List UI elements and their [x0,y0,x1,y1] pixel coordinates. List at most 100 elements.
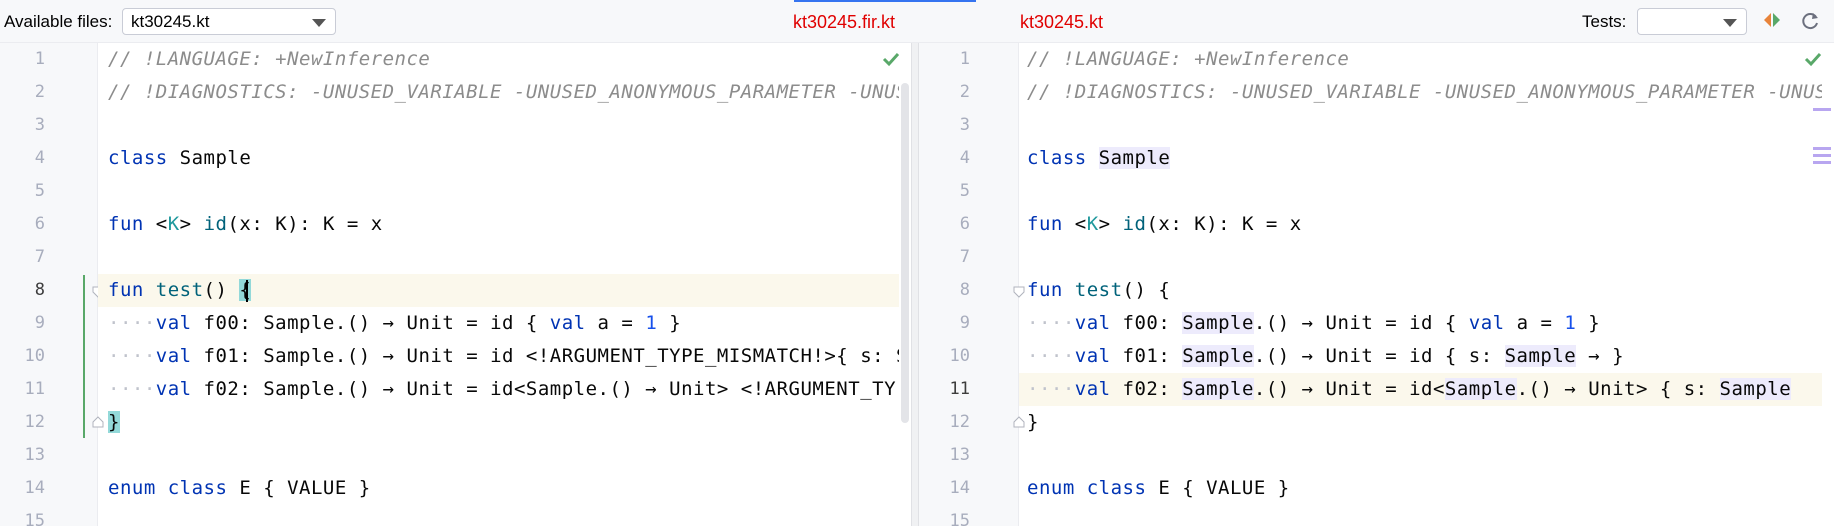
keyword: class [108,147,168,169]
identifier: Sample [1182,312,1254,334]
code-text: f00: [1122,312,1183,334]
code-line: // !DIAGNOSTICS: -UNUSED_VARIABLE -UNUSE… [98,76,899,109]
available-files-label: Available files: [4,12,113,31]
code-text: () [203,279,240,301]
chevron-down-icon [1723,19,1737,27]
keyword: val [549,312,586,334]
active-tab-indicator [794,0,976,2]
code-line: enum class E { VALUE } [1019,472,1822,505]
identifier: Sample [1504,345,1577,367]
code-text: f01: Sample.() → Unit = id <!ARGUMENT_TY… [203,345,899,367]
available-files-dropdown[interactable]: kt30245.kt [122,8,336,35]
right-code-area[interactable]: // !LANGUAGE: +NewInference // !DIAGNOST… [1019,43,1822,526]
code-line: fun <K> id(x: K): K = x [108,213,383,235]
keyword: class [1027,147,1087,169]
code-text: a = [585,312,646,334]
tests-dropdown[interactable] [1637,8,1747,35]
code-line: } [1019,406,1822,439]
function-name: id [1122,213,1147,235]
line-number: 2 [34,82,45,102]
line-number: 2 [959,82,970,102]
code-text: f02: [1122,378,1183,400]
code-text: (x: K): K = x [227,213,383,235]
current-line: fun test() { [98,274,899,307]
right-scrollbar[interactable] [1822,43,1834,526]
line-number: 13 [24,445,45,465]
line-number: 10 [24,346,45,366]
usage-marker[interactable] [1813,161,1831,164]
code-line: class Sample [98,142,899,175]
code-line: ····val f01: Sample.() → Unit = id <!ARG… [98,340,899,373]
type-param: K [1086,213,1099,235]
indent-guide: ···· [108,345,156,367]
comment-text: // !LANGUAGE: +NewInference [1027,48,1350,70]
text-caret [246,280,248,302]
keyword: val [155,312,192,334]
pane-divider[interactable] [911,43,919,526]
code-text: f01: [1122,345,1183,367]
compare-arrows-icon[interactable] [1762,10,1782,35]
code-text: () { [1122,279,1171,301]
code-line: enum class E { VALUE } [98,472,899,505]
code-line: // !DIAGNOSTICS: -UNUSED_VARIABLE -UNUSE… [1019,76,1822,109]
keyword: val [1074,312,1111,334]
scrollbar-thumb[interactable] [901,83,909,423]
code-text: E { VALUE } [1158,477,1290,499]
line-number: 15 [949,511,970,526]
code-text: } [657,312,682,334]
identifier: Sample [1444,378,1517,400]
line-number: 9 [34,313,45,333]
keyword: val [155,345,192,367]
comment-text: // !DIAGNOSTICS: -UNUSED_VARIABLE -UNUSE… [1027,81,1822,103]
code-line: fun test() { [1019,274,1822,307]
identifier: Sample [1182,378,1254,400]
function-name: id [203,213,228,235]
type-param: K [167,213,180,235]
line-number: 10 [949,346,970,366]
line-number: 11 [949,379,970,399]
line-number: 1 [959,49,970,69]
line-number: 5 [34,181,45,201]
keyword: fun [1027,213,1063,235]
left-editor-pane[interactable]: 1 2 3 4 5 6 7 8 9 10 11 12 13 14 15 // !… [0,43,911,526]
code-line: class Sample [1019,142,1822,175]
left-code-area[interactable]: // !LANGUAGE: +NewInference // !DIAGNOST… [98,43,899,526]
left-scrollbar[interactable] [899,43,911,526]
code-text: f02: Sample.() → Unit = id<Sample.() → U… [203,378,897,400]
line-number: 11 [24,379,45,399]
keyword: val [155,378,192,400]
line-number: 4 [34,148,45,168]
indent-guide: ···· [1027,345,1075,367]
refresh-icon[interactable] [1799,10,1821,37]
keyword: enum class [108,477,228,499]
right-file-title: kt30245.kt [1020,12,1104,32]
change-marker [83,275,85,438]
tests-label: Tests: [1582,12,1627,31]
current-line: ····val f02: Sample.() → Unit = id<Sampl… [1019,373,1822,406]
available-files-value: kt30245.kt [131,12,210,31]
usage-marker[interactable] [1813,108,1831,111]
line-number: 12 [24,412,45,432]
usage-marker[interactable] [1813,147,1831,150]
keyword: fun [108,279,144,301]
usage-marker[interactable] [1813,154,1831,157]
toolbar: Available files: kt30245.kt kt30245.fir.… [0,0,1834,43]
comment-text: // !LANGUAGE: +NewInference [108,48,431,70]
line-number: 6 [959,214,970,234]
code-line: ····val f01: Sample.() → Unit = id { s: … [1019,340,1822,373]
code-line: ····val f00: Sample.() → Unit = id { val… [1019,307,1822,340]
identifier: Sample [1098,147,1171,169]
identifier: Sample [1182,345,1254,367]
code-line: // !LANGUAGE: +NewInference [1019,43,1822,76]
indent-guide: ···· [108,312,156,334]
keyword: val [1074,378,1111,400]
line-number: 6 [34,214,45,234]
code-text: f00: Sample.() → Unit = id { [203,312,550,334]
line-number: 8 [959,280,970,300]
code-line: ····val f00: Sample.() → Unit = id { val… [98,307,899,340]
comment-text: // !DIAGNOSTICS: -UNUSED_VARIABLE -UNUSE… [108,81,899,103]
right-editor-pane[interactable]: 1 2 3 4 5 6 7 8 9 10 11 12 13 14 15 // !… [919,43,1834,526]
code-text: .() → Unit = id< [1253,378,1445,400]
check-icon [1804,51,1822,72]
function-name: test [155,279,204,301]
